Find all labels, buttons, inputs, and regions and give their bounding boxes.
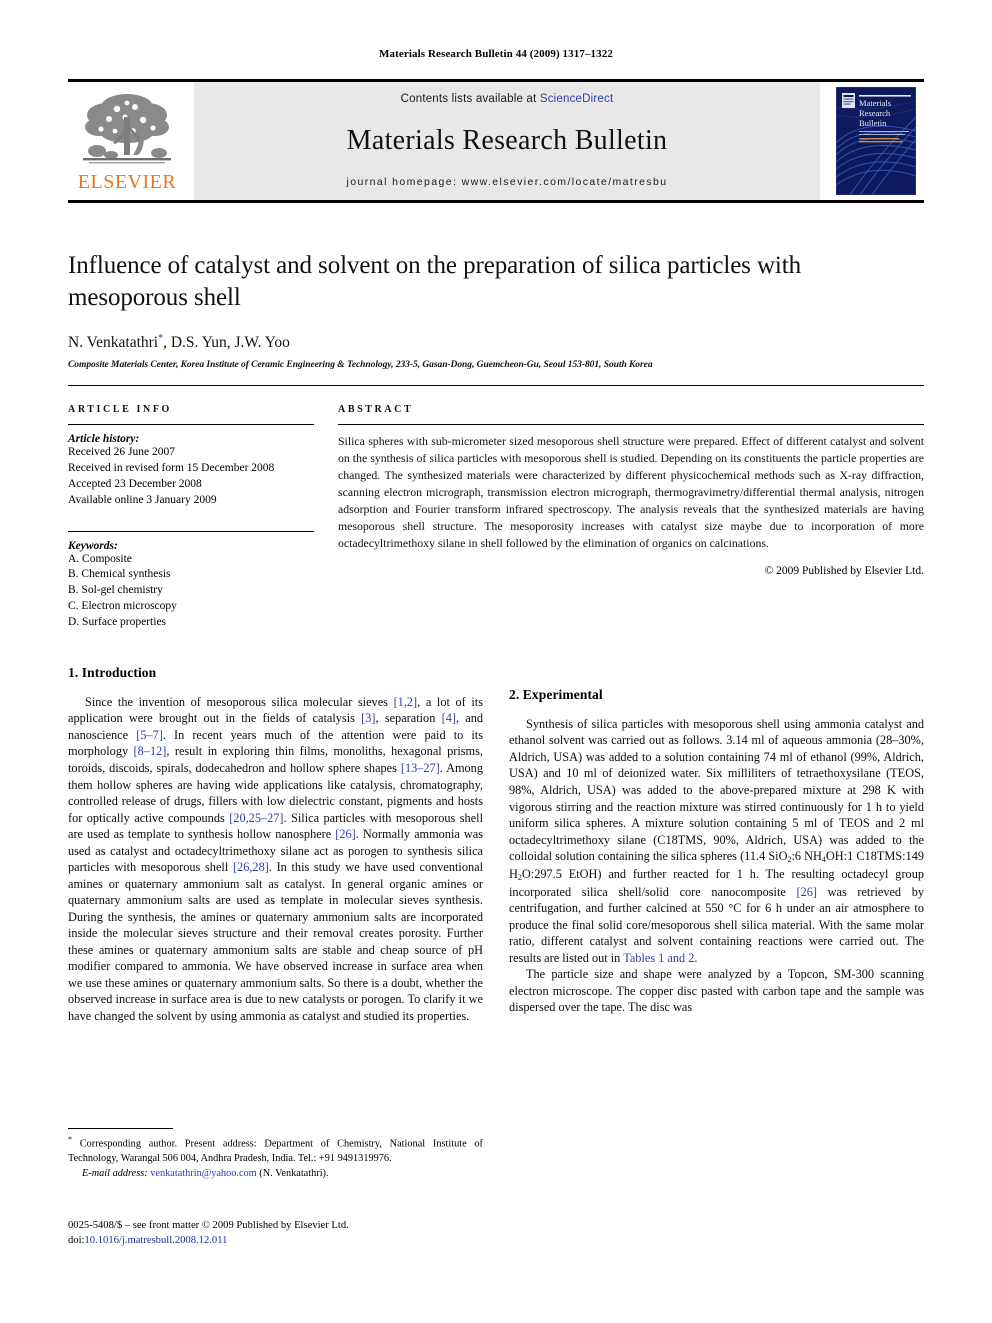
journal-title: Materials Research Bulletin — [346, 124, 668, 156]
elsevier-logo: ELSEVIER — [68, 82, 186, 200]
citation-link[interactable]: [8–12] — [134, 744, 167, 758]
body-two-columns: 1. Introduction Since the invention of m… — [68, 665, 924, 1025]
citation-link[interactable]: [20,25–27] — [229, 811, 283, 825]
page-title: Influence of catalyst and solvent on the… — [68, 252, 802, 311]
author-others: , D.S. Yun, J.W. Yoo — [163, 334, 290, 352]
history-accepted: Accepted 23 December 2008 — [68, 477, 202, 490]
email-note: E-mail address: venkatathrin@yahoo.com (… — [68, 1167, 483, 1182]
footnote-rule — [68, 1128, 173, 1129]
intro-paragraph: Since the invention of mesoporous silica… — [68, 694, 483, 1025]
paper-page: Materials Research Bulletin 44 (2009) 13… — [0, 0, 992, 1323]
history-online: Available online 3 January 2009 — [68, 493, 217, 506]
footnote-block: * Corresponding author. Present address:… — [68, 1128, 483, 1181]
email-label: E-mail address: — [82, 1167, 148, 1179]
article-history-label: Article history: — [68, 433, 140, 446]
citation-link[interactable]: [5–7] — [136, 728, 163, 742]
journal-masthead: ELSEVIER Contents lists available at Sci… — [68, 79, 924, 203]
journal-homepage-link[interactable]: journal homepage: www.elsevier.com/locat… — [347, 176, 668, 188]
table-reference-link[interactable]: Tables 1 and 2 — [623, 951, 694, 965]
elsevier-tree-icon — [83, 94, 171, 164]
email-link[interactable]: venkatathrin@yahoo.com — [150, 1168, 256, 1179]
author-list: N. Venkatathri*, D.S. Yun, J.W. Yoo — [68, 333, 924, 352]
divider-info — [68, 424, 314, 426]
keyword-item: A. Composite — [68, 552, 132, 565]
experimental-paragraph-1: Synthesis of silica particles with mesop… — [509, 716, 924, 966]
text-run: . In this study we have used conventiona… — [68, 860, 484, 1023]
divider-abstract — [338, 424, 924, 426]
affiliation: Composite Materials Center, Korea Instit… — [68, 360, 653, 371]
text-run: . — [694, 950, 698, 965]
running-head: Materials Research Bulletin 44 (2009) 13… — [379, 48, 613, 60]
svg-text:Bulletin: Bulletin — [859, 118, 887, 128]
citation-link[interactable]: [13–27] — [401, 761, 440, 775]
svg-text:Materials: Materials — [859, 98, 891, 108]
abstract-copyright: © 2009 Published by Elsevier Ltd. — [764, 565, 924, 578]
keyword-item: D. Surface properties — [68, 616, 167, 629]
body-column-left: 1. Introduction Since the invention of m… — [68, 665, 483, 1025]
footnote-text: Corresponding author. Present address: D… — [68, 1138, 483, 1165]
keyword-item: B. Chemical synthesis — [68, 568, 171, 581]
doi-label: doi: — [68, 1235, 85, 1247]
elsevier-wordmark: ELSEVIER — [77, 171, 177, 193]
history-revised: Received in revised form 15 December 200… — [68, 462, 275, 475]
keywords-label: Keywords: — [68, 539, 118, 552]
citation-link[interactable]: [26] — [335, 827, 356, 841]
text-run: , separation — [375, 711, 442, 726]
journal-banner: Contents lists available at ScienceDirec… — [194, 82, 820, 200]
text-run: :6 NH — [791, 849, 822, 864]
text-run: Since the invention of mesoporous silica… — [85, 694, 394, 709]
abstract-heading: ABSTRACT — [338, 404, 414, 416]
imprint-block: 0025-5408/$ – see front matter © 2009 Pu… — [68, 1218, 349, 1249]
text-run: Synthesis of silica particles with mesop… — [509, 716, 924, 864]
article-info-heading: ARTICLE INFO — [68, 404, 172, 416]
corresponding-author-note: * Corresponding author. Present address:… — [68, 1134, 483, 1167]
section-heading-introduction: 1. Introduction — [68, 664, 157, 680]
sciencedirect-link[interactable]: ScienceDirect — [540, 93, 614, 105]
citation-link[interactable]: [1,2] — [394, 695, 418, 709]
keywords-block: Keywords: A. Composite B. Chemical synth… — [68, 530, 314, 631]
divider-above-info — [68, 385, 924, 387]
keyword-item: B. Sol-gel chemistry — [68, 584, 163, 597]
citation-link[interactable]: [3] — [361, 711, 375, 725]
citation-link[interactable]: [26] — [796, 885, 817, 899]
divider-keywords — [68, 530, 314, 532]
svg-text:Research: Research — [859, 108, 891, 118]
doi-line: doi:10.1016/j.matresbull.2008.12.011 — [68, 1233, 349, 1248]
info-abstract-region: ARTICLE INFO Article history: Received 2… — [68, 404, 924, 631]
keyword-item: C. Electron microscopy — [68, 600, 177, 613]
email-owner: (N. Venkatathri). — [256, 1167, 329, 1179]
abstract-text: Silica spheres with sub-micrometer sized… — [338, 434, 924, 551]
contents-available-line: Contents lists available at ScienceDirec… — [401, 93, 614, 105]
doi-value-link[interactable]: 10.1016/j.matresbull.2008.12.011 — [84, 1235, 227, 1246]
section-heading-experimental: 2. Experimental — [509, 686, 603, 702]
abstract-column: ABSTRACT Silica spheres with sub-microme… — [338, 404, 924, 631]
article-info-column: ARTICLE INFO Article history: Received 2… — [68, 404, 314, 631]
journal-cover-thumbnail: Materials Research Bulletin — [828, 82, 924, 200]
citation-link[interactable]: [4] — [442, 711, 456, 725]
experimental-paragraph-2: The particle size and shape were analyze… — [509, 967, 924, 1015]
cover-image-icon: Materials Research Bulletin — [836, 87, 916, 195]
author-corresponding: N. Venkatathri — [68, 334, 159, 352]
citation-link[interactable]: [26,28] — [233, 860, 269, 874]
contents-prefix: Contents lists available at — [400, 93, 540, 105]
body-column-right: 2. Experimental Synthesis of silica part… — [509, 665, 924, 1025]
history-received: Received 26 June 2007 — [68, 446, 175, 459]
issn-front-matter: 0025-5408/$ – see front matter © 2009 Pu… — [68, 1220, 349, 1231]
